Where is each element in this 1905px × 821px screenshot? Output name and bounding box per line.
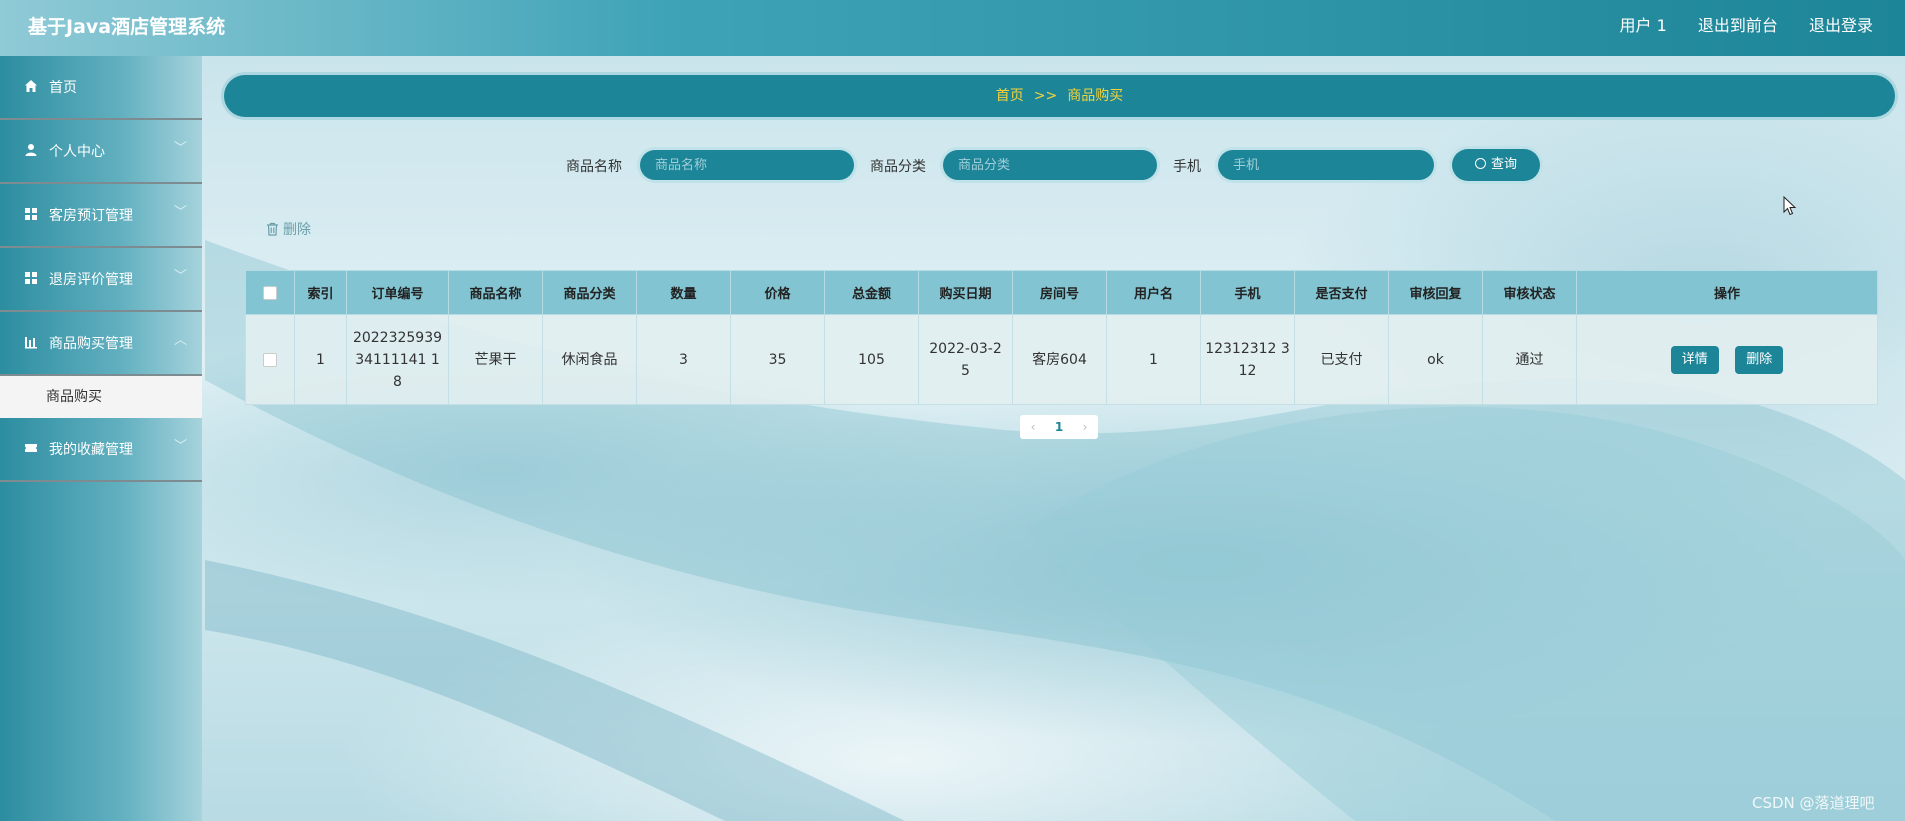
cell-review-reply: ok [1388, 314, 1483, 405]
cell-phone: 12312312 312 [1200, 314, 1295, 405]
search-bar: 商品名称 商品分类 手机 查询 [0, 148, 1905, 184]
grid-icon [25, 208, 37, 220]
sidebar-item-room-booking[interactable]: 客房预订管理 ﹀ [0, 184, 202, 248]
cell-review-status: 通过 [1482, 314, 1577, 405]
goods-name-label: 商品名称 [566, 159, 622, 175]
column-header: 审核回复 [1388, 270, 1483, 315]
column-header: 商品分类 [542, 270, 637, 315]
column-header: 订单编号 [346, 270, 449, 315]
page-background [0, 0, 1905, 821]
cell-goods-name: 芒果干 [448, 314, 543, 405]
cell-purchase-date: 2022-03-2 5 [918, 314, 1013, 405]
table-header-row: 索引 订单编号 商品名称 商品分类 数量 价格 总金额 购买日期 房间号 用户名… [245, 270, 1878, 315]
bulk-delete-label: 删除 [283, 222, 311, 238]
column-header: 数量 [636, 270, 731, 315]
chevron-down-icon: ﹀ [174, 269, 188, 284]
cell-username: 1 [1106, 314, 1201, 405]
detail-button[interactable]: 详情 [1670, 345, 1719, 374]
cell-total: 105 [824, 314, 919, 405]
chevron-up-icon: ︿ [174, 333, 188, 348]
trash-icon [267, 222, 278, 236]
table-row: 1 202232593934111141 18 芒果干 休闲食品 3 35 10… [245, 314, 1878, 405]
app-title: 基于Java酒店管理系统 [28, 16, 226, 38]
header-nav: 用户 1 退出到前台 退出登录 [1594, 0, 1874, 52]
select-all-checkbox[interactable] [263, 285, 277, 300]
current-user-link[interactable]: 用户 1 [1620, 16, 1667, 35]
goods-category-input[interactable] [943, 150, 1157, 180]
logout-link[interactable]: 退出登录 [1809, 16, 1873, 35]
sidebar-item-label: 商品购买管理 [49, 336, 133, 352]
column-header: 手机 [1200, 270, 1295, 315]
select-all-header [245, 270, 295, 315]
purchase-table: 索引 订单编号 商品名称 商品分类 数量 价格 总金额 购买日期 房间号 用户名… [245, 270, 1878, 405]
breadcrumb: 首页 >> 商品购买 [224, 75, 1895, 117]
delete-row-button[interactable]: 删除 [1735, 345, 1784, 374]
column-header: 购买日期 [918, 270, 1013, 315]
cell-price: 35 [730, 314, 825, 405]
mouse-cursor-icon [1783, 196, 1797, 216]
query-button[interactable]: 查询 [1452, 149, 1540, 181]
chevron-down-icon: ﹀ [174, 439, 188, 454]
home-icon [25, 80, 37, 92]
query-button-label: 查询 [1490, 157, 1517, 172]
top-header: 基于Java酒店管理系统 用户 1 退出到前台 退出登录 [0, 0, 1905, 56]
prev-page-icon[interactable]: ‹ [1020, 415, 1046, 439]
watermark: CSDN @落道理吧 [1752, 794, 1875, 812]
column-header: 用户名 [1106, 270, 1201, 315]
sidebar-item-checkout-review[interactable]: 退房评价管理 ﹀ [0, 248, 202, 312]
cell-goods-category: 休闲食品 [542, 314, 637, 405]
goods-category-label: 商品分类 [870, 159, 926, 175]
cell-room-no: 客房604 [1012, 314, 1107, 405]
column-header: 操作 [1576, 270, 1878, 315]
goods-name-input[interactable] [640, 150, 854, 180]
column-header: 索引 [294, 270, 347, 315]
column-header: 是否支付 [1294, 270, 1389, 315]
breadcrumb-separator: >> [1033, 88, 1058, 104]
next-page-icon[interactable]: › [1072, 415, 1098, 439]
pagination: ‹ 1 › [1020, 415, 1098, 439]
sidebar-item-goods-purchase[interactable]: 商品购买管理 ︿ [0, 312, 202, 376]
chevron-down-icon: ﹀ [174, 205, 188, 220]
sidebar-item-label: 退房评价管理 [49, 272, 133, 288]
grid-icon [25, 272, 37, 284]
sidebar-item-label: 我的收藏管理 [49, 442, 133, 458]
bulk-delete-button[interactable]: 删除 [266, 219, 311, 239]
breadcrumb-home[interactable]: 首页 [996, 88, 1024, 104]
column-header: 商品名称 [448, 270, 543, 315]
cell-order-no: 202232593934111141 18 [346, 314, 449, 405]
column-header: 审核状态 [1482, 270, 1577, 315]
sidebar-item-label: 客房预订管理 [49, 208, 133, 224]
cell-actions: 详情 删除 [1576, 314, 1878, 405]
phone-label: 手机 [1173, 159, 1201, 175]
phone-input[interactable] [1218, 150, 1434, 180]
ticket-icon [25, 444, 37, 452]
column-header: 总金额 [824, 270, 919, 315]
cell-index: 1 [294, 314, 347, 405]
chart-icon [25, 337, 37, 349]
sidebar-item-favorites[interactable]: 我的收藏管理 ﹀ [0, 418, 202, 482]
row-checkbox[interactable] [263, 352, 277, 367]
breadcrumb-current: 商品购买 [1067, 88, 1124, 104]
sidebar-item-home[interactable]: 首页 [0, 56, 202, 120]
cell-quantity: 3 [636, 314, 731, 405]
cell-paid: 已支付 [1294, 314, 1389, 405]
exit-to-front-link[interactable]: 退出到前台 [1698, 16, 1778, 35]
sidebar-item-label: 首页 [49, 80, 77, 96]
column-header: 房间号 [1012, 270, 1107, 315]
sidebar-subitem-goods-purchase[interactable]: 商品购买 [0, 376, 202, 418]
page-number[interactable]: 1 [1046, 415, 1072, 439]
row-select-cell [245, 314, 295, 405]
column-header: 价格 [730, 270, 825, 315]
search-icon [1474, 158, 1486, 169]
